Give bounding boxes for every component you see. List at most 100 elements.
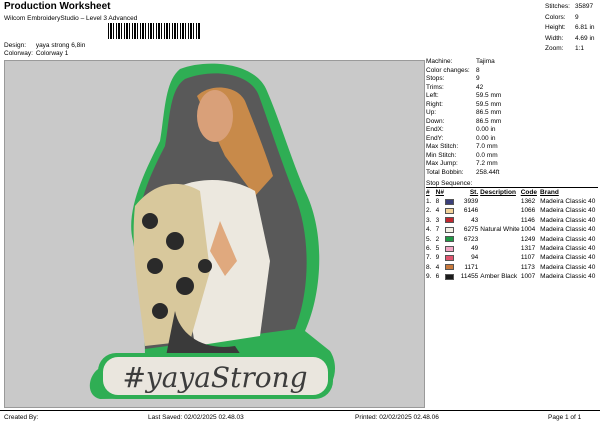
stat-label: Height:: [545, 24, 566, 31]
stop-needle: 3: [435, 216, 440, 224]
stop-stitches: 6275: [463, 226, 479, 234]
stat-value: 1:1: [575, 45, 585, 52]
col-brand: Brand: [540, 189, 559, 196]
color-swatch: [445, 245, 455, 252]
stop-sequence-header: # N# St. Description Code Brand: [426, 188, 598, 197]
stat-row: Width: 4.69 in: [545, 34, 595, 45]
stop-brand: Madeira Classic 40: [540, 226, 596, 234]
machine-value: Tajima: [476, 58, 495, 65]
color-swatch: [445, 255, 455, 262]
machine-value: 59.5 mm: [476, 92, 502, 99]
design-text: #yayaStrong: [122, 361, 307, 394]
stop-code: 1249: [520, 235, 536, 243]
machine-label: Max Stitch:: [426, 143, 459, 150]
machine-row: Max Jump: 7.2 mm: [426, 160, 598, 169]
stop-brand: Madeira Classic 40: [540, 198, 596, 205]
colorway-row: Colorway: Colorway 1: [4, 50, 68, 57]
machine-row: Color changes: 8: [426, 67, 598, 76]
stop-sequence-list: 1. 8 3939 1362 Madeira Classic 40 2. 4 6146 1066…: [426, 197, 598, 282]
machine-row: Stops: 9: [426, 75, 598, 84]
software-name: Wilcom EmbroideryStudio – Level 3 Advanc…: [4, 15, 138, 22]
stat-label: Width:: [545, 34, 564, 42]
machine-label: Right:: [426, 100, 443, 108]
stop-needle: 7: [435, 226, 440, 234]
stat-row: Height: 6.81 in: [545, 23, 595, 34]
footer: Created By: Last Saved: 02/02/2025 02.48…: [0, 410, 600, 424]
last-saved: Last Saved: 02/02/2025 02.48.03: [148, 414, 244, 421]
stat-value: 6.81 in: [575, 24, 595, 31]
stop-brand: Madeira Classic 40: [540, 273, 596, 281]
stop-row: 4. 7 6275 Natural White 1004 Madeira Classic …: [426, 225, 598, 234]
stop-code: 1317: [520, 244, 536, 252]
stat-value: 9: [575, 13, 579, 21]
machine-row: Right: 59.5 mm: [426, 101, 598, 110]
stop-code: 1066: [520, 207, 536, 215]
page-title: Production Worksheet: [4, 1, 111, 12]
stop-index: 2.: [426, 207, 432, 215]
stop-row: 7. 9 94 1107 Madeira Classic 40: [426, 253, 598, 262]
stop-needle: 9: [435, 254, 440, 262]
machine-value: 86.5 mm: [476, 117, 502, 125]
machine-value: 42: [476, 83, 484, 91]
stop-needle: 4: [435, 263, 440, 271]
color-swatch: [445, 217, 455, 224]
stop-stitches: 6146: [463, 207, 479, 215]
stop-needle: 4: [435, 207, 440, 215]
machine-label: Up:: [426, 109, 437, 116]
colorway-value: Colorway 1: [35, 50, 69, 57]
stop-index: 9.: [426, 273, 432, 281]
machine-value: 7.0 mm: [476, 143, 498, 150]
stop-index: 6.: [426, 244, 432, 252]
color-swatch: [445, 226, 455, 233]
machine-row: Max Stitch: 7.0 mm: [426, 143, 598, 152]
machine-label: EndY:: [426, 134, 444, 142]
stop-needle: 5: [435, 244, 440, 252]
machine-row: Machine: Tajima: [426, 58, 598, 67]
design-label: Design:: [4, 42, 27, 49]
machine-label: Left:: [426, 92, 439, 99]
stop-row: 6. 5 49 1317 Madeira Classic 40: [426, 244, 598, 253]
col-code: Code: [520, 189, 537, 196]
stop-row: 8. 4 1171 1173 Madeira Classic 40: [426, 263, 598, 272]
stop-sequence-title: Stop Sequence:: [426, 179, 598, 188]
stop-brand: Madeira Classic 40: [540, 235, 596, 243]
stop-index: 3.: [426, 216, 432, 224]
embroidery-design-image: #yayaStrong: [89, 63, 335, 400]
color-swatch: [445, 208, 455, 215]
created-by: Created By:: [4, 414, 39, 421]
machine-value: 59.5 mm: [476, 100, 502, 108]
machine-value: 7.2 mm: [476, 160, 498, 167]
machine-label: Machine:: [426, 58, 453, 65]
stop-row: 1. 8 3939 1362 Madeira Classic 40: [426, 197, 598, 206]
machine-row: EndX: 0.00 in: [426, 126, 598, 135]
machine-value: 86.5 mm: [476, 109, 502, 116]
stat-label: Zoom:: [545, 45, 564, 52]
barcode: [108, 23, 200, 39]
machine-label: Stops:: [426, 75, 445, 82]
stop-stitches: 6723: [463, 235, 479, 243]
stat-value: 35897: [575, 3, 594, 10]
stop-description: Natural White: [480, 226, 520, 234]
col-description: Description: [480, 189, 516, 196]
machine-value: 8: [476, 66, 480, 74]
stop-brand: Madeira Classic 40: [540, 263, 596, 271]
stop-code: 1362: [520, 198, 536, 205]
stop-description: Amber Black: [480, 273, 518, 281]
col-needle: N#: [435, 189, 444, 196]
machine-value: 0.00 in: [476, 126, 496, 133]
design-row: Design: yaya strong 6,8in: [4, 42, 85, 49]
machine-row: Up: 86.5 mm: [426, 109, 598, 118]
stat-label: Colors:: [545, 13, 566, 21]
machine-label: Max Jump:: [426, 160, 458, 167]
stop-row: 9. 6 11455 Amber Black 1007 Madeira Classic 4…: [426, 272, 598, 281]
stop-code: 1007: [520, 273, 536, 281]
machine-row: Trims: 42: [426, 84, 598, 93]
stop-code: 1173: [520, 263, 535, 271]
stop-brand: Madeira Classic 40: [540, 216, 596, 224]
stop-brand: Madeira Classic 40: [540, 244, 596, 252]
page-number: Page 1 of 1: [548, 414, 582, 421]
design-value: yaya strong 6,8in: [35, 42, 86, 49]
stop-index: 1.: [426, 198, 432, 205]
stop-brand: Madeira Classic 40: [540, 254, 596, 262]
stat-row: Stitches: 35897: [545, 2, 595, 13]
